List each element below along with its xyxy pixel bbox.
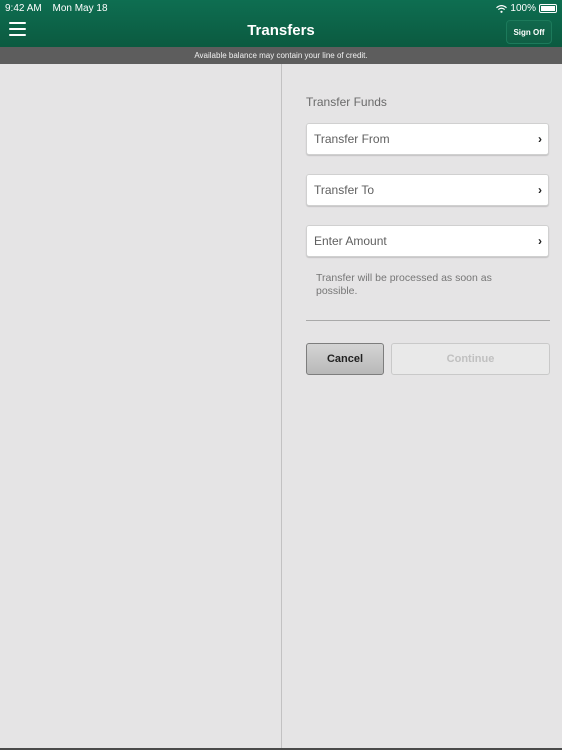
status-time: 9:42 AM bbox=[5, 3, 42, 14]
status-bar-right: 100% bbox=[496, 3, 557, 14]
field-label: Enter Amount bbox=[314, 234, 387, 248]
chevron-right-icon: › bbox=[538, 183, 542, 197]
sign-off-button[interactable]: Sign Off bbox=[506, 20, 552, 44]
continue-button[interactable]: Continue bbox=[391, 343, 550, 375]
app-header: 9:42 AM Mon May 18 100% Transfers Sign O… bbox=[0, 0, 562, 47]
credit-notice-banner: Available balance may contain your line … bbox=[0, 47, 562, 64]
form-divider bbox=[306, 320, 550, 321]
transfer-from-field[interactable]: Transfer From › bbox=[306, 123, 549, 155]
status-date: Mon May 18 bbox=[52, 3, 108, 14]
battery-percent: 100% bbox=[510, 3, 536, 14]
chevron-right-icon: › bbox=[538, 132, 542, 146]
wifi-icon bbox=[496, 4, 508, 13]
split-view-divider bbox=[281, 64, 282, 750]
section-label: Transfer Funds bbox=[306, 95, 387, 109]
battery-icon bbox=[539, 4, 557, 13]
enter-amount-field[interactable]: Enter Amount › bbox=[306, 225, 549, 257]
field-label: Transfer To bbox=[314, 183, 375, 197]
chevron-right-icon: › bbox=[538, 234, 542, 248]
cancel-button[interactable]: Cancel bbox=[306, 343, 384, 375]
page-title: Transfers bbox=[247, 22, 315, 39]
processing-note: Transfer will be processed as soon as po… bbox=[316, 272, 492, 297]
transfer-to-field[interactable]: Transfer To › bbox=[306, 174, 549, 206]
field-label: Transfer From bbox=[314, 132, 390, 146]
status-bar-left: 9:42 AM Mon May 18 bbox=[5, 3, 116, 14]
